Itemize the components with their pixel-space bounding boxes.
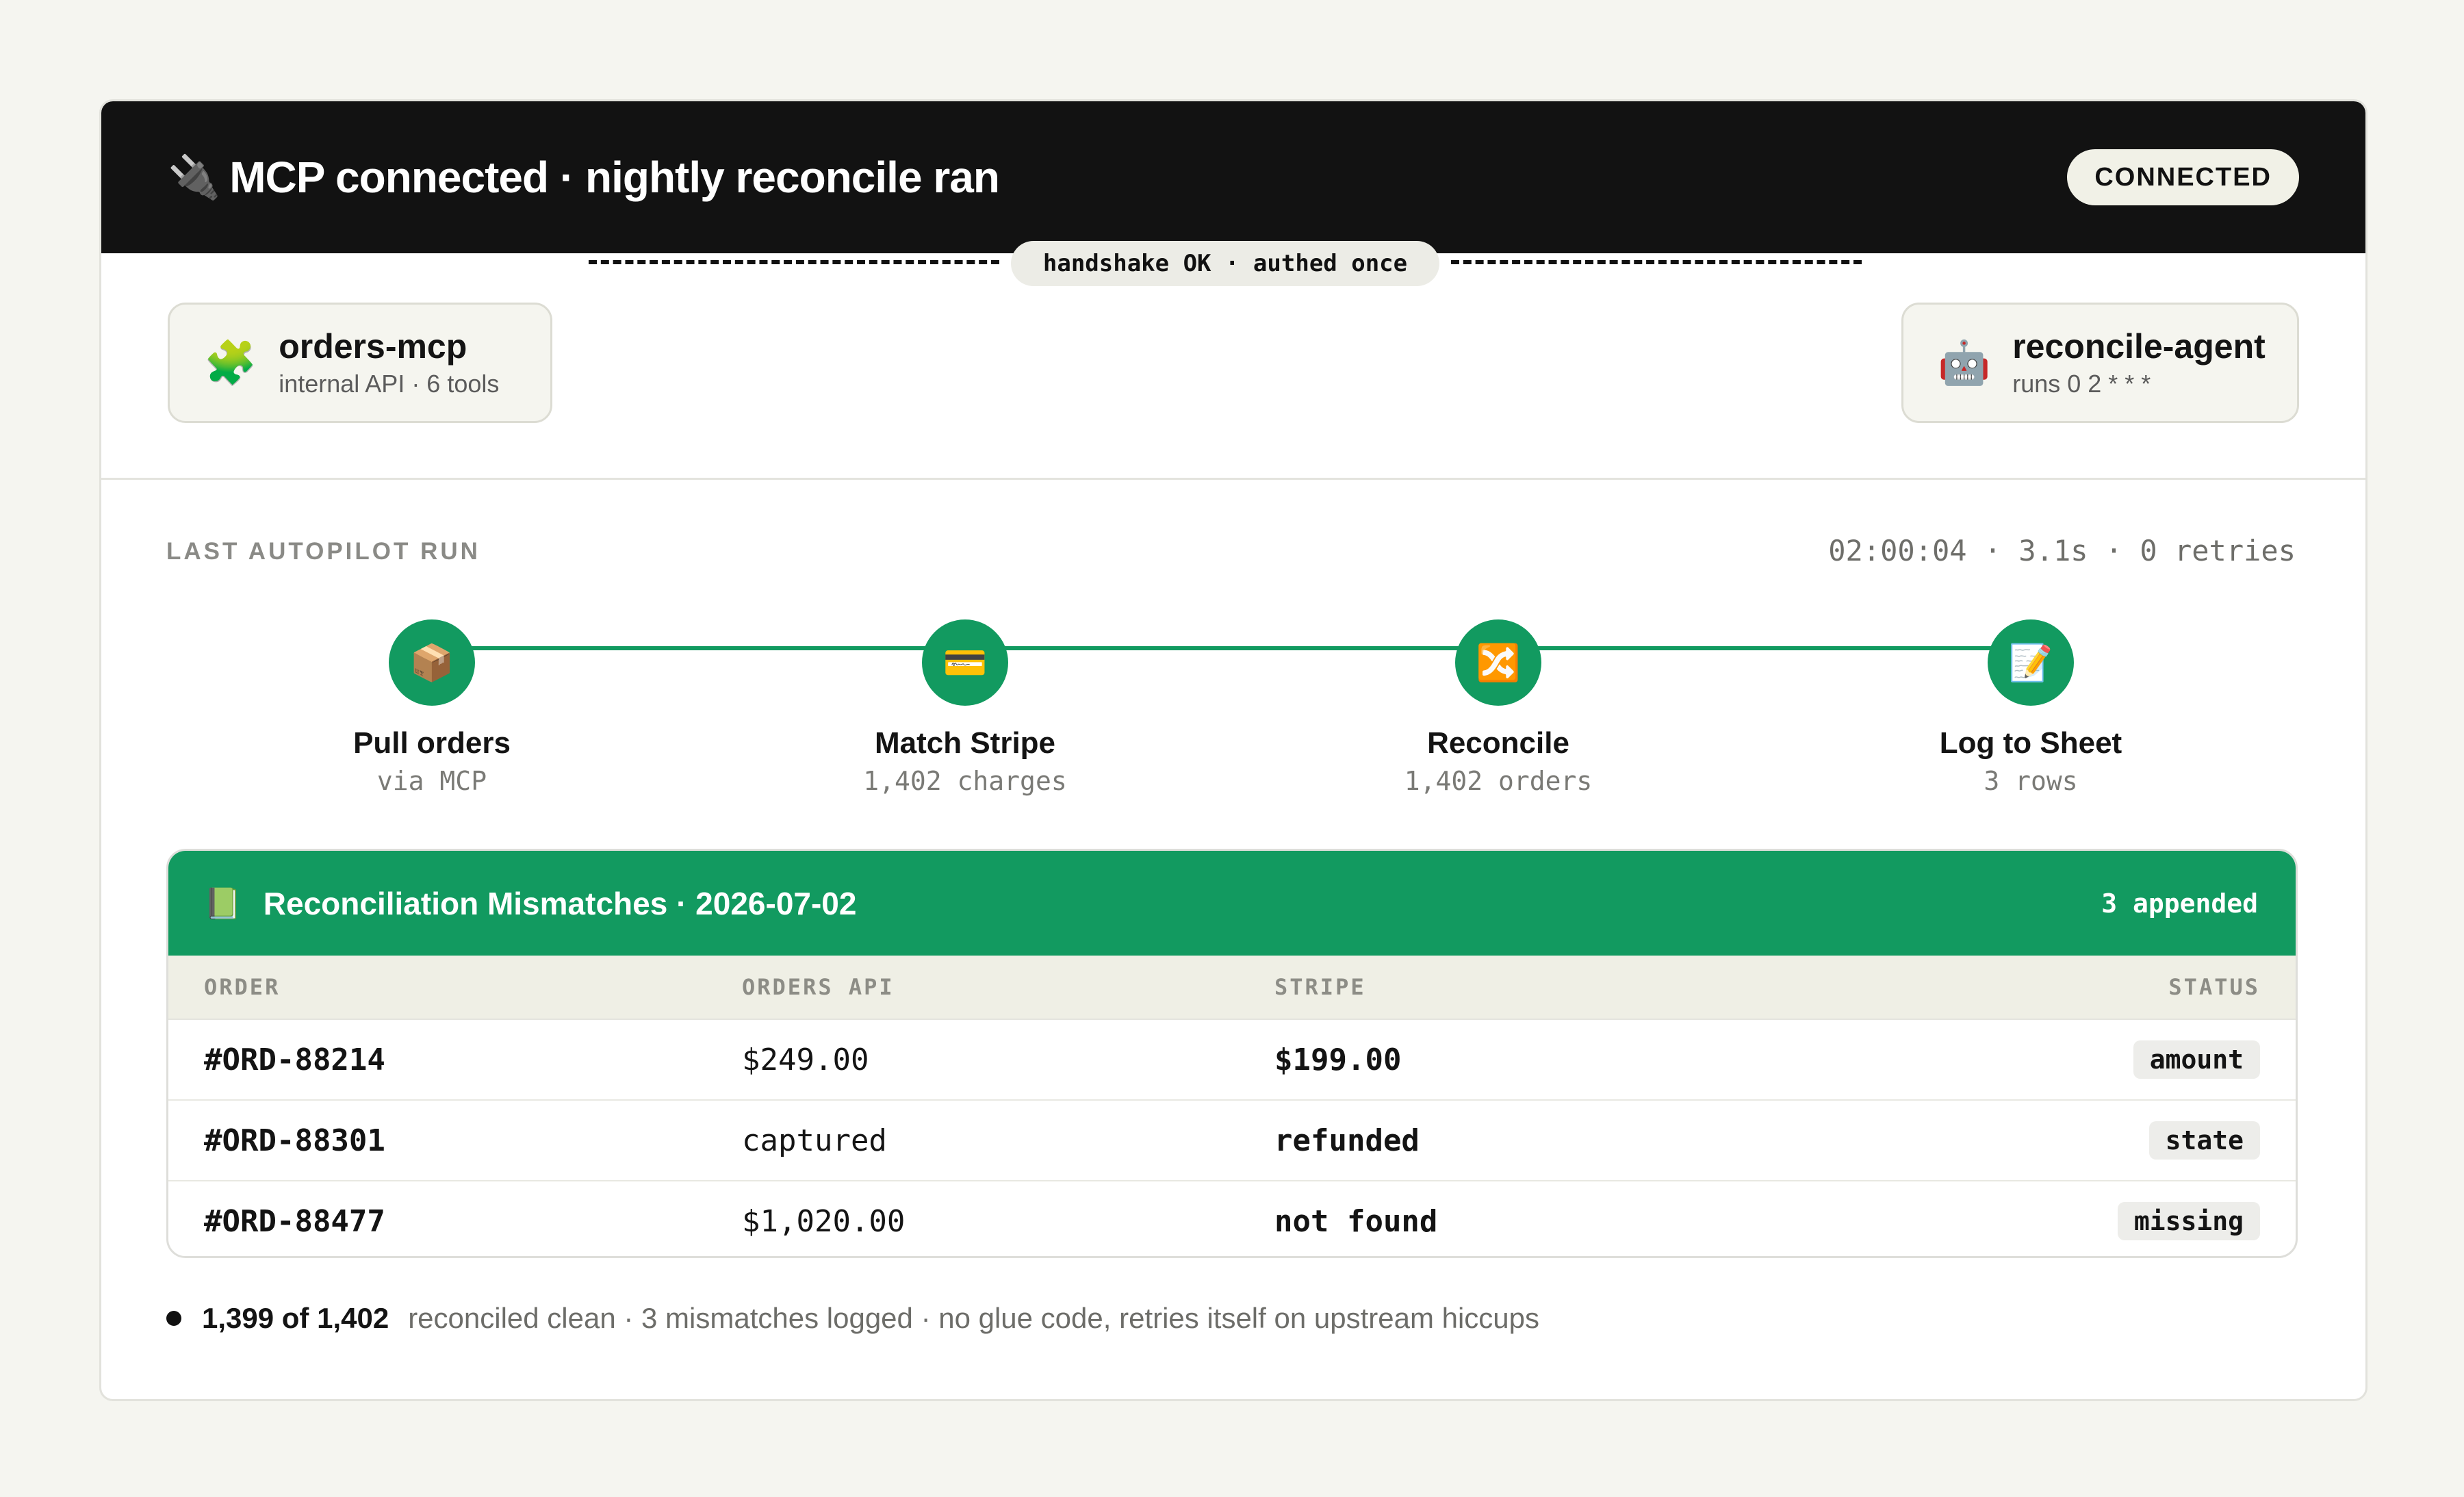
source-name: orders-mcp	[279, 327, 467, 366]
order-id: #ORD-88214	[204, 1042, 385, 1077]
target-sub: runs 0 2 * * *	[2012, 369, 2151, 398]
step-sub: 1,402 charges	[863, 766, 1067, 796]
run-meta: 02:00:04 · 3.1s · 0 retries	[1828, 534, 2296, 567]
target-node[interactable]: 🤖 reconcile-agent runs 0 2 * * *	[1901, 303, 2299, 423]
step-title: Reconcile	[1427, 726, 1569, 760]
connection-dash-left	[589, 260, 999, 264]
robot-icon: 🤖	[1938, 339, 1991, 387]
status-badge: missing	[2117, 1202, 2260, 1240]
step-title: Log to Sheet	[1939, 726, 2122, 760]
bullet-dot	[166, 1311, 181, 1326]
summary-count: 1,399 of 1,402	[202, 1302, 389, 1334]
table-row[interactable]: #ORD-88477 $1,020.00 not found missing	[168, 1181, 2296, 1256]
connection-row: 🧩 orders-mcp internal API · 6 tools 🤖 re…	[101, 253, 2365, 480]
step-title: Pull orders	[353, 726, 511, 760]
stripe-value: $199.00	[1274, 1042, 1402, 1077]
column-header-status[interactable]: STATUS	[2014, 974, 2296, 1000]
card-header: 🔌 MCP connected · nightly reconcile ran …	[101, 101, 2365, 253]
run-label: LAST AUTOPILOT RUN	[166, 538, 480, 565]
step-sub: 3 rows	[1984, 766, 2078, 796]
header-title: MCP connected · nightly reconcile ran	[229, 153, 1000, 202]
step-pull-orders[interactable]: 📦 Pull orders via MCP	[295, 619, 569, 796]
status-badge: state	[2148, 1121, 2260, 1160]
handshake-pill: handshake OK · authed once	[1011, 241, 1439, 286]
step-sub: via MCP	[376, 766, 487, 796]
connected-badge: CONNECTED	[2067, 149, 2299, 205]
step-sub: 1,402 orders	[1404, 766, 1593, 796]
puzzle-icon: 🧩	[204, 339, 257, 387]
step-title: Match Stripe	[874, 726, 1056, 760]
stripe-value: refunded	[1274, 1123, 1420, 1158]
package-icon: 📦	[389, 619, 475, 706]
column-header-stripe[interactable]: STRIPE	[1274, 974, 2014, 1000]
order-id: #ORD-88301	[204, 1123, 385, 1158]
appended-count: 3 appended	[2101, 888, 2258, 919]
orders-api-value: captured	[742, 1123, 887, 1158]
table-title: Reconciliation Mismatches · 2026-07-02	[263, 885, 857, 921]
status-badge: amount	[2133, 1040, 2260, 1079]
shuffle-icon: 🔀	[1455, 619, 1541, 706]
table-row[interactable]: #ORD-88301 captured refunded state	[168, 1101, 2296, 1181]
source-node[interactable]: 🧩 orders-mcp internal API · 6 tools	[168, 303, 552, 423]
table-title-group: 📗 Reconciliation Mismatches · 2026-07-02	[204, 885, 856, 922]
order-id: #ORD-88477	[204, 1203, 385, 1239]
plug-icon: 🔌	[168, 153, 220, 201]
step-reconcile[interactable]: 🔀 Reconcile 1,402 orders	[1361, 619, 1635, 796]
table-header-bar: 📗 Reconciliation Mismatches · 2026-07-02…	[168, 851, 2296, 956]
orders-api-value: $1,020.00	[742, 1203, 906, 1239]
pipeline-connector	[431, 646, 2029, 650]
column-header-order[interactable]: ORDER	[168, 974, 742, 1000]
ledger-icon: 📗	[204, 886, 242, 921]
summary-text: reconciled clean · 3 mismatches logged ·…	[408, 1302, 1540, 1334]
orders-api-value: $249.00	[742, 1042, 869, 1077]
column-header-orders-api[interactable]: ORDERS API	[742, 974, 1274, 1000]
step-log-to-sheet[interactable]: 📝 Log to Sheet 3 rows	[1894, 619, 2168, 796]
memo-icon: 📝	[1988, 619, 2074, 706]
step-match-stripe[interactable]: 💳 Match Stripe 1,402 charges	[828, 619, 1102, 796]
stripe-value: not found	[1274, 1203, 1438, 1239]
mismatches-table: 📗 Reconciliation Mismatches · 2026-07-02…	[166, 849, 2298, 1258]
table-row[interactable]: #ORD-88214 $249.00 $199.00 amount	[168, 1020, 2296, 1101]
credit-card-icon: 💳	[922, 619, 1008, 706]
header-title-group: 🔌 MCP connected · nightly reconcile ran	[168, 152, 1000, 203]
summary-footer: 1,399 of 1,402 reconciled clean · 3 mism…	[166, 1302, 1539, 1335]
table-column-headers: ORDER ORDERS API STRIPE STATUS	[168, 956, 2296, 1020]
connection-dash-right	[1451, 260, 1862, 264]
target-name: reconcile-agent	[2012, 327, 2266, 366]
source-sub: internal API · 6 tools	[279, 369, 500, 398]
